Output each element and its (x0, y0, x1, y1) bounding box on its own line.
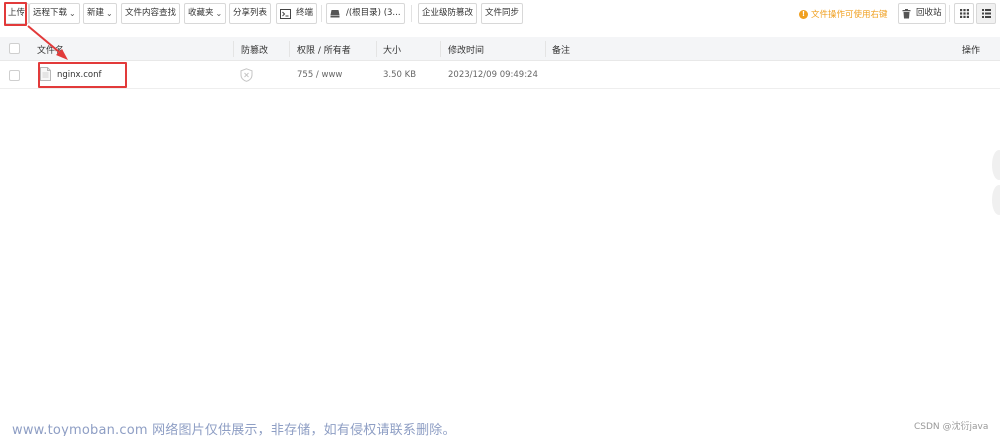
info-icon: ! (799, 9, 808, 19)
upload-highlight-box (4, 2, 27, 26)
column-header-modified[interactable]: 修改时间 (448, 43, 484, 56)
file-size: 3.50 KB (383, 70, 417, 80)
recycle-bin-button[interactable]: 回收站 (898, 3, 946, 24)
credit-text: CSDN @沈衍java (914, 422, 989, 432)
path-button[interactable]: /(根目录) (3... (326, 3, 405, 24)
disk-icon (330, 10, 340, 18)
file-permission[interactable]: 755 / www (297, 70, 342, 80)
filename-highlight-box (38, 62, 127, 88)
favorites-label: 收藏夹 (188, 8, 214, 18)
path-label: /(根目录) (3... (346, 8, 401, 18)
column-header-size[interactable]: 大小 (383, 43, 401, 56)
column-divider (289, 41, 290, 57)
enterprise-tamper-label: 企业级防篡改 (422, 8, 474, 18)
terminal-icon (280, 8, 291, 19)
chevron-down-icon: ⌄ (106, 9, 113, 18)
file-modified-time: 2023/12/09 09:49:24 (448, 70, 538, 80)
remote-download-button[interactable]: 远程下载 ⌄ (29, 3, 80, 24)
grid-view-button[interactable] (954, 3, 974, 24)
table-header: 文件名 防篡改 权限 / 所有者 大小 修改时间 备注 操作 (0, 37, 1000, 61)
toolbar-divider (321, 5, 322, 22)
column-header-tamper: 防篡改 (241, 46, 269, 56)
toolbar-divider (949, 5, 950, 22)
share-list-button[interactable]: 分享列表 (229, 3, 272, 24)
content-search-button[interactable]: 文件内容查找 (121, 3, 181, 24)
column-divider (440, 41, 441, 57)
column-header-permission: 权限 / 所有者 (297, 46, 351, 56)
new-button[interactable]: 新建 ⌄ (83, 3, 117, 24)
trash-icon (902, 8, 911, 18)
terminal-label: 终端 (296, 8, 314, 18)
file-sync-label: 文件同步 (485, 8, 520, 18)
row-checkbox[interactable] (9, 70, 20, 81)
watermark-text: www.toymoban.com 网络图片仅供展示，非存储，如有侵权请联系删除。 (12, 423, 456, 436)
chevron-down-icon: ⌄ (69, 9, 76, 18)
side-handle (992, 185, 1000, 215)
side-handle (992, 150, 1000, 180)
grid-icon (959, 9, 969, 18)
remote-download-label: 远程下载 (33, 8, 68, 18)
tip-text: 文件操作可使用右键 (811, 10, 888, 20)
recycle-bin-label: 回收站 (916, 8, 942, 18)
share-list-label: 分享列表 (233, 8, 268, 18)
file-sync-button[interactable]: 文件同步 (481, 3, 524, 24)
column-divider (233, 41, 234, 57)
new-label: 新建 (87, 8, 105, 18)
right-click-tip: ! 文件操作可使用右键 (799, 8, 888, 20)
toolbar: 上传 远程下载 ⌄ 新建 ⌄ 文件内容查找 收藏夹 ⌄ 分享列表 终端 /(根目… (0, 0, 1000, 28)
shield-icon[interactable] (240, 68, 253, 82)
column-header-actions: 操作 (962, 46, 981, 56)
enterprise-tamper-button[interactable]: 企业级防篡改 (418, 3, 478, 24)
select-all-checkbox[interactable] (9, 43, 20, 54)
column-header-filename[interactable]: 文件名 (37, 43, 64, 56)
list-icon (981, 9, 991, 18)
chevron-down-icon: ⌄ (215, 9, 223, 18)
table-row[interactable]: nginx.conf 755 / www 3.50 KB 2023/12/09 … (0, 62, 1000, 89)
favorites-button[interactable]: 收藏夹 ⌄ (184, 3, 227, 24)
toolbar-divider (411, 5, 412, 22)
column-header-note: 备注 (552, 46, 571, 56)
terminal-button[interactable]: 终端 (276, 3, 318, 24)
column-divider (376, 41, 377, 57)
list-view-button[interactable] (976, 3, 996, 24)
column-divider (545, 41, 546, 57)
content-search-label: 文件内容查找 (125, 8, 177, 18)
